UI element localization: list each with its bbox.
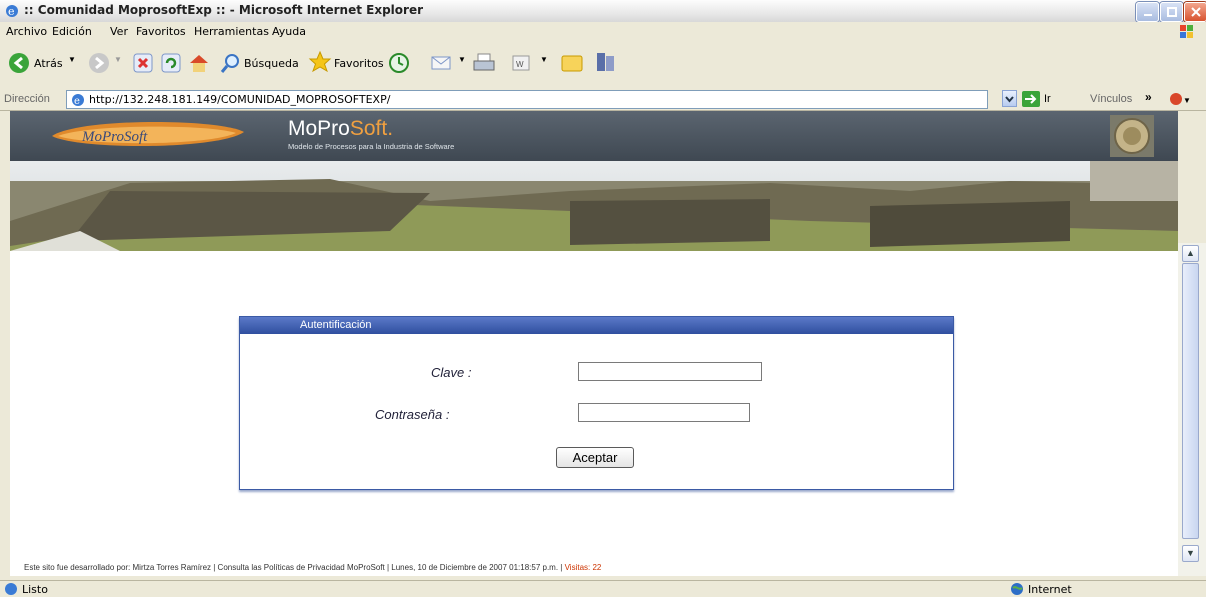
brand-mopro: MoPro (288, 117, 350, 140)
security-zone: Internet (1028, 583, 1072, 596)
svg-text:W: W (516, 60, 524, 69)
scroll-down-icon[interactable]: ▼ (1182, 545, 1199, 562)
auth-header: Autentificación (240, 317, 953, 334)
internet-globe-icon (1011, 583, 1023, 595)
scroll-thumb[interactable] (1182, 263, 1199, 539)
forward-dropdown-icon[interactable]: ▼ (114, 55, 122, 64)
page-icon: e (72, 94, 84, 107)
footer-text: Este sito fue desarrollado por: Mirtza T… (24, 563, 563, 572)
stop-icon[interactable] (132, 52, 154, 74)
address-input[interactable]: e http://132.248.181.149/COMUNIDAD_MOPRO… (66, 90, 988, 109)
site-subtitle: Modelo de Procesos para la Industria de … (288, 142, 455, 151)
visit-counter: Visitas: 22 (564, 563, 602, 572)
menu-favoritos[interactable]: Favoritos (136, 25, 186, 38)
research-icon[interactable] (594, 50, 618, 74)
edit-icon[interactable]: W (510, 52, 532, 74)
menu-ver[interactable]: Ver (110, 25, 128, 38)
menu-archivo[interactable]: Archivo (6, 25, 47, 38)
footer: Este sito fue desarrollado por: Mirtza T… (24, 563, 601, 572)
auth-title: Autentificación (300, 319, 372, 331)
svg-text:▼: ▼ (1183, 96, 1190, 105)
menu-ayuda[interactable]: Ayuda (272, 25, 306, 38)
edit-dropdown-icon[interactable]: ▼ (540, 55, 548, 64)
windows-logo-icon (1180, 25, 1193, 38)
site-banner: MoProSoft MoProSoft. Modelo de Procesos … (10, 111, 1178, 161)
site-brand: MoProSoft. (288, 117, 393, 141)
svg-text:e: e (74, 96, 80, 107)
go-arrow-icon[interactable] (1022, 91, 1040, 107)
address-label: Dirección (4, 93, 50, 105)
address-dropdown-icon[interactable] (1002, 90, 1017, 107)
maximize-button[interactable] (1160, 2, 1183, 22)
refresh-icon[interactable] (160, 52, 182, 74)
history-icon[interactable] (388, 52, 410, 74)
mail-dropdown-icon[interactable]: ▼ (458, 55, 466, 64)
back-arrow-icon[interactable] (8, 52, 30, 74)
user-input[interactable] (578, 362, 762, 381)
svg-text:e: e (8, 5, 15, 18)
status-text: Listo (22, 583, 48, 596)
mail-icon[interactable] (430, 52, 456, 74)
menu-edicion[interactable]: Edición (52, 25, 92, 38)
status-page-icon (5, 583, 17, 595)
window-title: :: Comunidad MoprosoftExp :: - Microsoft… (24, 3, 424, 17)
home-icon[interactable] (188, 52, 210, 74)
go-button[interactable]: Ir (1044, 93, 1051, 105)
print-icon[interactable] (472, 52, 496, 74)
svg-text:MoProSoft: MoProSoft (81, 129, 148, 145)
user-label: Clave : (431, 365, 472, 380)
menu-bar: Archivo Edición Ver Favoritos Herramient… (0, 22, 1206, 43)
status-bar: Listo Internet (0, 580, 1206, 597)
brand-soft: Soft. (349, 117, 394, 140)
back-dropdown-icon[interactable]: ▼ (68, 55, 76, 64)
scroll-up-icon[interactable]: ▲ (1182, 245, 1199, 262)
password-label: Contraseña : (375, 407, 450, 422)
moprosoft-logo: MoProSoft (52, 121, 244, 147)
discuss-icon[interactable] (560, 52, 584, 74)
password-input[interactable] (578, 403, 750, 422)
favorites-button[interactable]: Favoritos (334, 57, 384, 70)
page-content: MoProSoft MoProSoft. Modelo de Procesos … (10, 111, 1178, 576)
search-icon[interactable] (220, 52, 242, 74)
menu-herramientas[interactable]: Herramientas (194, 25, 269, 38)
page-scrollbar[interactable]: ▲ ▼ (1178, 243, 1206, 576)
links-button[interactable]: Vínculos (1090, 93, 1132, 105)
close-button[interactable] (1184, 2, 1206, 22)
back-button[interactable]: Atrás (34, 57, 63, 70)
submit-button[interactable]: Aceptar (556, 447, 634, 468)
header-photo (10, 161, 1178, 251)
unam-seal-icon (1110, 115, 1154, 157)
translate-icon[interactable]: ▼ (1168, 91, 1190, 107)
favorites-star-icon[interactable] (308, 50, 332, 74)
minimize-button[interactable] (1136, 2, 1159, 22)
chevron-right-icon[interactable]: » (1145, 90, 1152, 104)
ie-icon: e (6, 5, 18, 18)
address-bar: Dirección e http://132.248.181.149/COMUN… (0, 88, 1206, 111)
title-bar: e :: Comunidad MoprosoftExp :: - Microso… (0, 0, 1206, 23)
search-button[interactable]: Búsqueda (244, 57, 299, 70)
auth-panel: Autentificación Clave : Contraseña : Ace… (239, 316, 954, 490)
forward-arrow-icon[interactable] (88, 52, 110, 74)
address-url: http://132.248.181.149/COMUNIDAD_MOPROSO… (89, 93, 391, 106)
toolbar: Atrás ▼ ▼ Búsqueda Favoritos ▼ W ▼ (0, 42, 1206, 89)
